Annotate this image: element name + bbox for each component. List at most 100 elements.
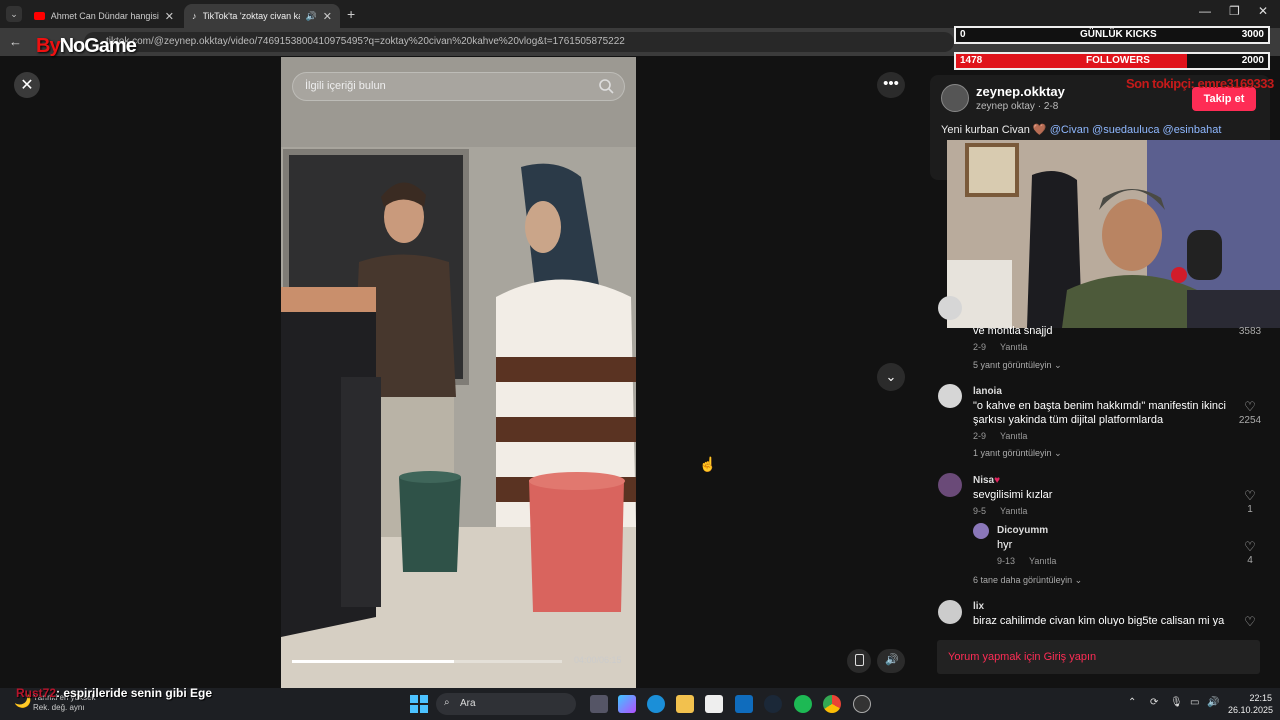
tab-search-button[interactable]: ⌄ bbox=[6, 6, 22, 22]
tab-youtube[interactable]: Ahmet Can Dündar hangisi gerç ✕ bbox=[26, 4, 182, 28]
comment-text: ve montla snajjd bbox=[973, 325, 1053, 337]
next-video-button[interactable]: ⌄ bbox=[877, 363, 905, 391]
kicks-label: GÜNLÜK KICKS bbox=[1080, 29, 1157, 40]
tray-chevron-up-icon[interactable]: ⌃ bbox=[1128, 697, 1136, 708]
kicks-goal: 3000 bbox=[1241, 29, 1264, 40]
heart-icon: ♡ bbox=[1244, 539, 1256, 554]
tiktok-icon: ♪ bbox=[192, 11, 197, 21]
logo-by: By bbox=[36, 35, 61, 57]
speaker-icon[interactable]: 🔊 bbox=[306, 11, 317, 22]
pip-icon bbox=[855, 654, 864, 666]
comment-text: sevgilisimi kızlar bbox=[973, 489, 1053, 501]
tab-tiktok[interactable]: ♪ TikTok'ta 'zoktay civan kahve 🔊 ✕ bbox=[184, 4, 340, 28]
like-count: 1 bbox=[1247, 504, 1253, 515]
view-replies-label: 1 yanıt görüntüleyin bbox=[973, 448, 1052, 458]
login-to-comment-button[interactable]: Yorum yapmak için Giriş yapın bbox=[937, 640, 1260, 674]
minimize-icon[interactable]: — bbox=[1199, 4, 1211, 18]
chrome-icon[interactable] bbox=[823, 695, 841, 713]
address-bar[interactable]: tiktok.com/@zeynep.okktay/video/74691538… bbox=[84, 32, 954, 52]
daily-kicks-goal-bar: 0 GÜNLÜK KICKS 3000 bbox=[954, 26, 1270, 44]
steam-icon[interactable] bbox=[764, 695, 782, 713]
comment-like[interactable]: ♡ 1 bbox=[1234, 488, 1266, 515]
search-label: Ara bbox=[460, 698, 476, 709]
reply-avatar[interactable] bbox=[973, 523, 989, 539]
view-replies-button[interactable]: 1 yanıt görüntüleyin ⌄ bbox=[973, 448, 1062, 459]
comment-date: 2-9 bbox=[973, 431, 987, 441]
back-icon[interactable]: ← bbox=[9, 34, 22, 49]
system-clock[interactable]: 22:15 26.10.2025 bbox=[1228, 692, 1274, 716]
sync-icon[interactable]: ⟳ bbox=[1150, 697, 1158, 708]
last-follower-label: Son tokipçi: emre3169333 bbox=[1126, 76, 1274, 91]
comment-meta: 2-9 Yanıtla bbox=[973, 431, 1027, 441]
comment-username[interactable]: Nisa♥ bbox=[973, 475, 1000, 486]
outlook-icon[interactable] bbox=[735, 695, 753, 713]
comment-like[interactable]: ♡ 2254 bbox=[1234, 399, 1266, 426]
youtube-icon bbox=[34, 12, 45, 20]
file-explorer-icon[interactable] bbox=[676, 695, 694, 713]
reply-button[interactable]: Yanıtla bbox=[1029, 556, 1056, 566]
kicks-current: 0 bbox=[960, 29, 966, 40]
author-avatar[interactable] bbox=[941, 84, 969, 112]
taskbar-search-box[interactable]: Ara bbox=[436, 693, 576, 715]
clock-date: 26.10.2025 bbox=[1228, 705, 1274, 715]
spotify-icon[interactable] bbox=[794, 695, 812, 713]
search-icon[interactable] bbox=[598, 78, 614, 94]
picture-in-picture-button[interactable] bbox=[847, 649, 871, 673]
post-caption: Yeni kurban Civan 🤎 @Civan @suedauluca @… bbox=[941, 123, 1261, 137]
comment-username[interactable]: lanoia bbox=[973, 386, 1002, 397]
video-player[interactable] bbox=[281, 57, 636, 688]
windows-start-icon[interactable] bbox=[410, 695, 428, 713]
comment-username[interactable]: lix bbox=[973, 601, 984, 612]
task-view-icon[interactable] bbox=[590, 695, 608, 713]
comment-avatar[interactable] bbox=[938, 384, 962, 408]
heart-icon: ♡ bbox=[1244, 488, 1256, 503]
comment-like[interactable]: ♡ bbox=[1234, 614, 1266, 626]
reply-button[interactable]: Yanıtla bbox=[1000, 506, 1027, 516]
search-icon: ⌕ bbox=[444, 697, 450, 708]
caption-mentions[interactable]: @Civan @suedauluca @esinbahat bbox=[1050, 124, 1222, 136]
store-icon[interactable] bbox=[705, 695, 723, 713]
view-replies-button[interactable]: 5 yanıt görüntüleyin ⌄ bbox=[973, 360, 1062, 371]
comment-avatar[interactable] bbox=[938, 296, 962, 320]
reply-text: hyr bbox=[997, 539, 1013, 551]
close-icon: ✕ bbox=[20, 77, 34, 94]
hand-cursor-icon: ☝ bbox=[699, 456, 717, 472]
edge-icon[interactable] bbox=[647, 695, 665, 713]
author-username[interactable]: zeynep.okktay bbox=[976, 84, 1065, 99]
reply-button[interactable]: Yanıtla bbox=[1000, 431, 1027, 441]
comment-avatar[interactable] bbox=[938, 600, 962, 624]
caption-text: Yeni kurban Civan 🤎 bbox=[941, 124, 1050, 136]
comment-like[interactable]: 3583 bbox=[1234, 326, 1266, 337]
reply-like[interactable]: ♡ 4 bbox=[1234, 539, 1266, 566]
video-search-input[interactable]: İlgili içeriği bulun bbox=[292, 72, 625, 101]
chevron-down-icon: ⌄ bbox=[1074, 575, 1083, 585]
comment-avatar[interactable] bbox=[938, 473, 962, 497]
heart-icon: ♡ bbox=[1244, 399, 1256, 414]
obs-icon[interactable] bbox=[853, 695, 871, 713]
more-options-button[interactable]: ••• bbox=[877, 72, 905, 98]
tab-title: TikTok'ta 'zoktay civan kahve bbox=[202, 11, 300, 21]
like-count: 3583 bbox=[1238, 326, 1262, 337]
new-tab-button[interactable]: + bbox=[347, 6, 355, 22]
followers-goal-bar: 1478 FOLLOWERS 2000 bbox=[954, 52, 1270, 70]
copilot-icon[interactable] bbox=[618, 695, 636, 713]
network-icon[interactable]: ▭ bbox=[1190, 697, 1199, 708]
reply-button[interactable]: Yanıtla bbox=[1000, 342, 1027, 352]
video-progress-bar[interactable] bbox=[292, 660, 562, 663]
close-tab-icon[interactable]: ✕ bbox=[165, 10, 174, 23]
comment-date: 2-9 bbox=[973, 342, 987, 352]
view-replies-label: 5 yanıt görüntüleyin bbox=[973, 360, 1052, 370]
volume-icon[interactable]: 🔊 bbox=[1207, 697, 1219, 708]
restore-icon[interactable]: ❐ bbox=[1229, 4, 1240, 18]
comment-meta: 9-5 Yanıtla bbox=[973, 506, 1027, 516]
reply-username[interactable]: Dicoyumm bbox=[997, 525, 1048, 536]
microphone-icon[interactable]: 🎙 bbox=[1170, 697, 1183, 708]
close-tab-icon[interactable]: ✕ bbox=[323, 10, 332, 23]
volume-button[interactable]: 🔊 bbox=[877, 649, 905, 673]
close-video-button[interactable]: ✕ bbox=[14, 72, 40, 98]
window-close-icon[interactable]: ✕ bbox=[1258, 4, 1268, 18]
followers-label: FOLLOWERS bbox=[1086, 55, 1150, 66]
view-more-replies-button[interactable]: 6 tane daha görüntüleyin ⌄ bbox=[973, 575, 1082, 586]
comment-username-label: Nisa bbox=[973, 475, 995, 486]
reply-meta: 9-13 Yanıtla bbox=[997, 556, 1056, 566]
